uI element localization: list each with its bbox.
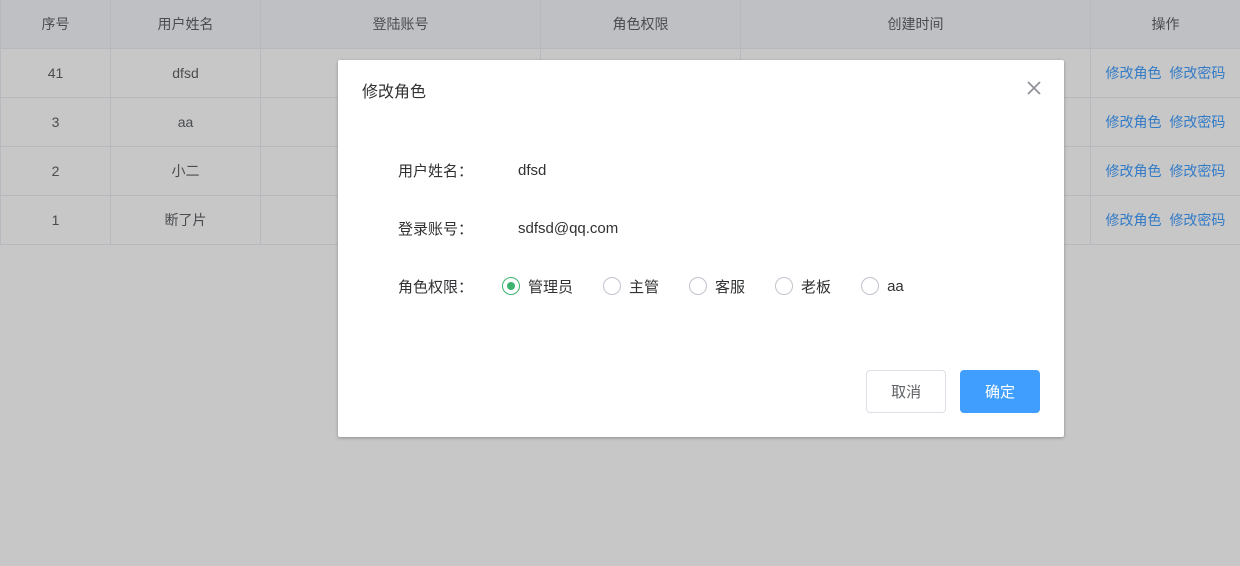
close-icon[interactable]: [1024, 78, 1044, 98]
role-radio[interactable]: 主管: [603, 276, 659, 297]
radio-label: aa: [887, 278, 904, 295]
dialog-title: 修改角色: [362, 84, 426, 101]
radio-label: 客服: [715, 276, 745, 297]
confirm-button[interactable]: 确定: [960, 370, 1040, 413]
radio-icon: [861, 277, 879, 295]
role-radio[interactable]: aa: [861, 277, 904, 295]
value-account: sdfsd@qq.com: [498, 220, 1040, 237]
role-radio[interactable]: 老板: [775, 276, 831, 297]
radio-label: 主管: [629, 276, 659, 297]
label-username: 用户姓名：: [398, 160, 498, 181]
radio-icon: [603, 277, 621, 295]
radio-icon: [502, 277, 520, 295]
role-radio[interactable]: 客服: [689, 276, 745, 297]
radio-label: 老板: [801, 276, 831, 297]
radio-icon: [775, 277, 793, 295]
cancel-button[interactable]: 取消: [866, 370, 946, 413]
role-radio[interactable]: 管理员: [502, 276, 573, 297]
edit-role-dialog: 修改角色 用户姓名： dfsd 登录账号： sdfsd@qq.com 角色权限：…: [338, 60, 1064, 437]
radio-icon: [689, 277, 707, 295]
role-radio-group: 管理员 主管 客服 老板 aa: [498, 276, 904, 297]
label-account: 登录账号：: [398, 218, 498, 239]
radio-label: 管理员: [528, 276, 573, 297]
dialog-header: 修改角色: [338, 60, 1064, 120]
value-username: dfsd: [498, 162, 1040, 179]
label-role: 角色权限：: [398, 276, 498, 297]
